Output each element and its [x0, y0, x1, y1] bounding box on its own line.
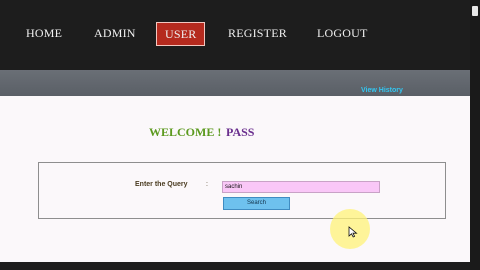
nav-register[interactable]: REGISTER — [228, 21, 287, 45]
page: HOME ADMIN USER REGISTER LOGOUT View His… — [0, 0, 470, 270]
welcome-text: WELCOME ! — [149, 125, 222, 139]
query-label: Enter the Query — [135, 181, 188, 188]
username-text: PASS — [226, 125, 255, 139]
search-button[interactable]: Search — [223, 197, 290, 210]
footer-bar — [0, 262, 470, 270]
nav-home[interactable]: HOME — [26, 21, 62, 45]
scrollbar[interactable] — [470, 0, 480, 270]
nav-user[interactable]: USER — [156, 22, 206, 46]
nav-admin[interactable]: ADMIN — [94, 21, 136, 45]
view-history-link[interactable]: View History — [361, 87, 403, 94]
query-separator: : — [206, 181, 208, 188]
query-input[interactable]: sachin — [222, 181, 380, 193]
scrollbar-thumb[interactable] — [472, 6, 478, 16]
mouse-pointer-icon — [348, 226, 358, 238]
top-nav: HOME ADMIN USER REGISTER LOGOUT — [0, 0, 470, 70]
nav-logout[interactable]: LOGOUT — [317, 21, 368, 45]
